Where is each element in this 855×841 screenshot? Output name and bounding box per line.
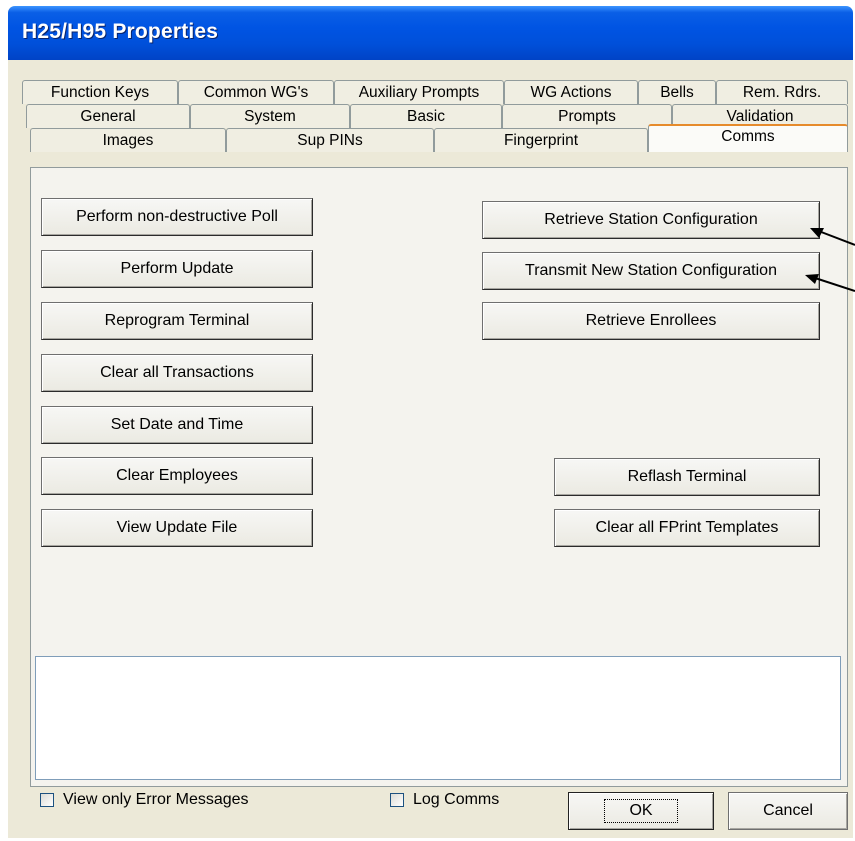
arrow-to-transmit-config (805, 274, 855, 292)
tab-comms[interactable]: Comms (648, 124, 848, 152)
arrow-to-retrieve-config (810, 228, 855, 246)
